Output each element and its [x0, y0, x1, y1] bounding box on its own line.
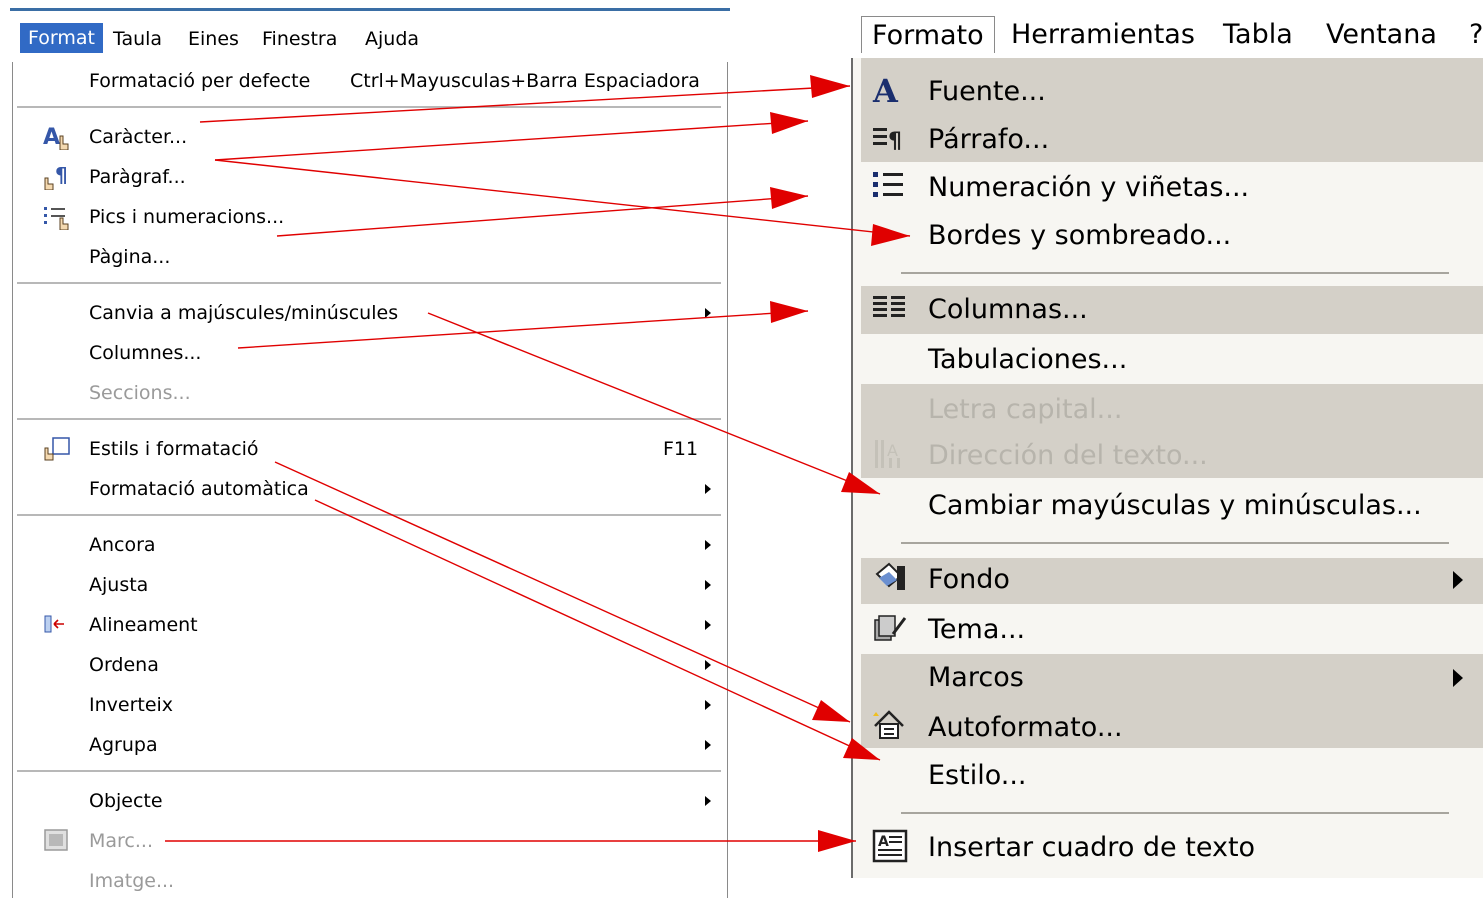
right-word-window: Formato Herramientas Tabla Ventana ? A F… [851, 12, 1483, 878]
svg-text:A: A [872, 72, 899, 108]
menu-item-arrange[interactable]: Ordena [89, 650, 159, 680]
svg-text:A: A [887, 441, 898, 460]
separator [901, 542, 1449, 544]
separator [901, 272, 1449, 274]
submenu-arrow-icon [1453, 571, 1463, 589]
paragraph-icon: ¶ [44, 164, 68, 190]
submenu-arrow-icon [705, 308, 711, 318]
text-direction-icon: A [875, 440, 900, 468]
submenu-arrow-icon [705, 700, 711, 710]
menu-item-autoformato[interactable]: Autoformato... [928, 708, 1123, 748]
menu-item-letra-capital: Letra capital... [928, 394, 1123, 425]
svg-text:¶: ¶ [55, 164, 68, 187]
arrowhead [770, 112, 808, 134]
submenu-arrow-icon [705, 540, 711, 550]
menu-item-anchor[interactable]: Ancora [89, 530, 156, 560]
svg-text:¶: ¶ [888, 129, 902, 154]
menu-finestra[interactable]: Finestra [262, 24, 337, 54]
menu-item-styles-formatting[interactable]: Estils i formatació [89, 434, 259, 464]
submenu-arrow-icon [705, 740, 711, 750]
menu-herramientas[interactable]: Herramientas [1011, 18, 1195, 52]
submenu-arrow-icon [705, 660, 711, 670]
menu-format[interactable]: Format [20, 23, 103, 53]
separator [17, 514, 721, 516]
columns-icon [873, 296, 905, 317]
menu-item-flip[interactable]: Inverteix [89, 690, 173, 720]
bullets-numbering-icon [44, 207, 69, 230]
menu-item-paragraph[interactable]: Paràgraf... [89, 162, 186, 192]
submenu-arrow-icon [705, 620, 711, 630]
menu-item-tema[interactable]: Tema... [928, 610, 1025, 650]
shortcut-styles: F11 [663, 438, 699, 460]
menu-item-marcos[interactable]: Marcos [928, 658, 1024, 698]
menu-item-alignment[interactable]: Alineament [89, 610, 198, 640]
separator [17, 770, 721, 772]
menu-tabla[interactable]: Tabla [1223, 18, 1293, 52]
autoformat-icon [873, 710, 904, 739]
menu-ventana[interactable]: Ventana [1326, 18, 1437, 52]
menu-item-change-case[interactable]: Canvia a majúscules/minúscules [89, 298, 398, 328]
menu-item-page[interactable]: Pàgina... [89, 242, 170, 272]
styles-formatting-icon [44, 437, 70, 461]
separator [17, 418, 721, 420]
left-menubar: Format Taula Eines Finestra Ajuda [10, 8, 730, 62]
menu-item-wrap[interactable]: Ajusta [89, 570, 148, 600]
menu-item-columnas[interactable]: Columnas... [928, 290, 1088, 330]
submenu-arrow-icon [1453, 669, 1463, 687]
menu-item-object[interactable]: Objecte [89, 786, 163, 816]
menu-item-fondo[interactable]: Fondo [928, 560, 1010, 600]
right-menubar: Formato Herramientas Tabla Ventana ? [851, 12, 1483, 58]
arrowhead [770, 187, 808, 209]
background-fill-icon [875, 562, 905, 590]
menu-item-character[interactable]: Caràcter... [89, 122, 187, 152]
menu-item-sections: Seccions... [89, 382, 191, 404]
submenu-arrow-icon [705, 796, 711, 806]
font-a-icon: A [872, 72, 899, 108]
menu-item-columns[interactable]: Columnes... [89, 338, 201, 368]
menu-item-autoformat[interactable]: Formatació automàtica [89, 474, 309, 504]
arrowhead [810, 75, 850, 98]
separator [17, 106, 721, 108]
svg-text:A: A [878, 834, 889, 850]
menu-item-numeracion[interactable]: Numeración y viñetas... [928, 168, 1249, 208]
submenu-arrow-icon [705, 580, 711, 590]
menu-item-direccion-texto: Dirección del texto... [928, 440, 1208, 471]
left-openoffice-window: Format Taula Eines Finestra Ajuda Format… [0, 0, 730, 898]
svg-text:A: A [43, 125, 60, 150]
menu-taula[interactable]: Taula [113, 24, 162, 54]
menu-ajuda[interactable]: Ajuda [365, 24, 419, 54]
right-formato-dropdown: A Fuente... ¶ Párrafo... Numeración y vi… [851, 58, 1483, 878]
submenu-arrow-icon [705, 484, 711, 494]
menu-help[interactable]: ? [1469, 18, 1483, 52]
menu-item-estilo[interactable]: Estilo... [928, 756, 1027, 796]
frame-icon [44, 829, 68, 851]
shortcut-default-format: Ctrl+Mayusculas+Barra Espaciadora [350, 70, 700, 92]
menu-item-frame: Marc... [89, 830, 153, 852]
bullets-list-icon [873, 172, 903, 197]
arrowhead [812, 700, 850, 722]
menu-item-group[interactable]: Agrupa [89, 730, 158, 760]
menu-formato[interactable]: Formato [861, 16, 995, 53]
menu-item-default-format[interactable]: Formatació per defecte [89, 66, 310, 96]
menu-item-tabulaciones[interactable]: Tabulaciones... [928, 340, 1127, 380]
theme-icon [874, 615, 907, 641]
paragraph-icon: ¶ [873, 128, 902, 154]
menu-item-parrafo[interactable]: Párrafo... [928, 120, 1049, 160]
separator [901, 812, 1449, 814]
menu-item-image: Imatge... [89, 870, 175, 892]
text-box-icon: A [872, 829, 908, 863]
left-format-dropdown: Formatació per defecte Ctrl+Mayusculas+B… [12, 62, 728, 898]
menu-eines[interactable]: Eines [188, 24, 239, 54]
menu-item-fuente[interactable]: Fuente... [928, 72, 1046, 112]
menu-item-insertar-cuadro-texto[interactable]: Insertar cuadro de texto [928, 828, 1255, 868]
menu-item-bullets-numbering[interactable]: Pics i numeracions... [89, 202, 284, 232]
separator [17, 282, 721, 284]
alignment-icon [44, 615, 64, 633]
font-character-icon: A [43, 125, 69, 150]
menu-item-cambiar-mayusculas[interactable]: Cambiar mayúsculas y minúsculas... [928, 486, 1422, 526]
menu-item-bordes[interactable]: Bordes y sombreado... [928, 216, 1231, 256]
arrowhead [770, 301, 808, 323]
